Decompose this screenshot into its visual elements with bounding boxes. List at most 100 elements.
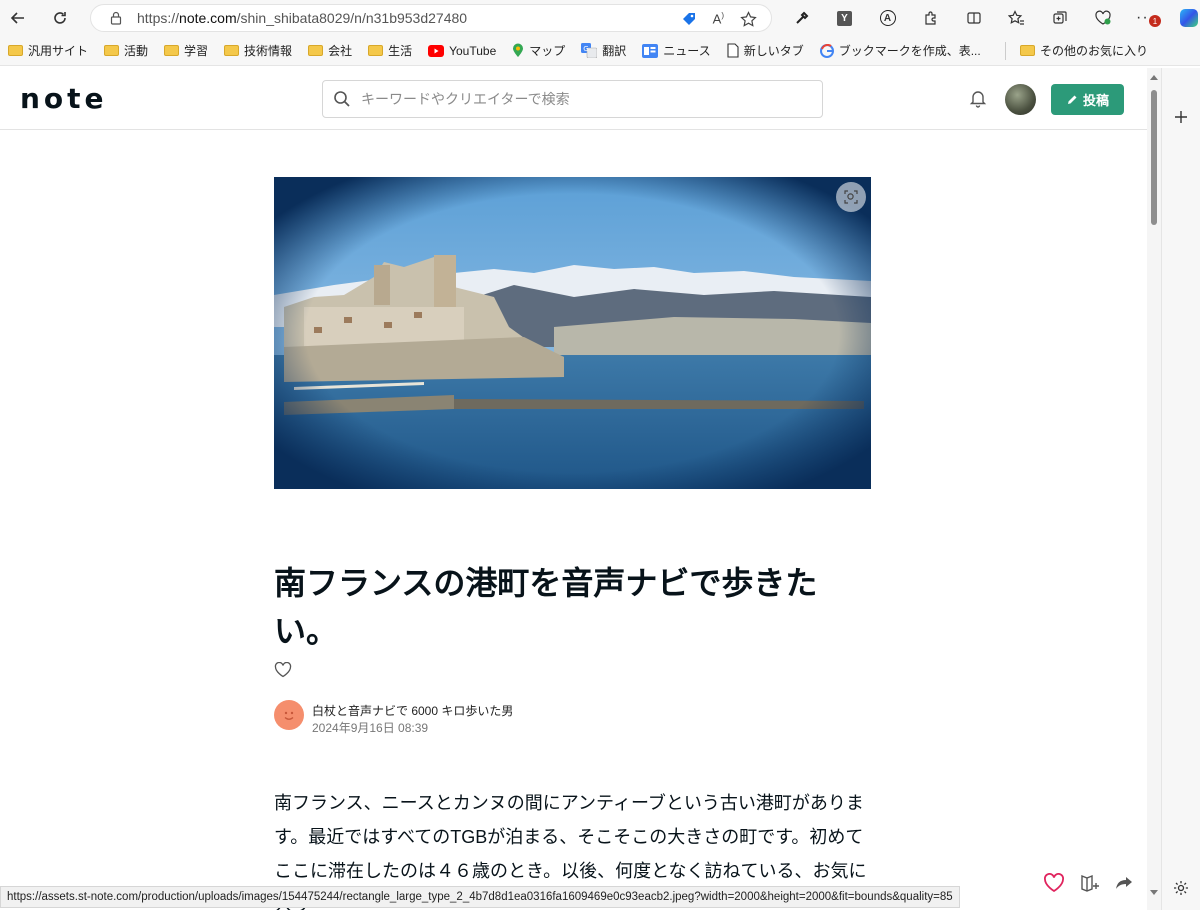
author-name[interactable]: 白杖と音声ナビで 6000 キロ歩いた男 [312, 702, 513, 719]
favorites-list-icon[interactable] [995, 0, 1038, 36]
magazine-add-icon [1081, 874, 1099, 892]
maps-pin-icon [512, 43, 524, 58]
folder-icon [164, 45, 180, 56]
collections-icon[interactable] [1038, 0, 1081, 36]
bookmark-item[interactable]: 技術情報 [216, 39, 300, 63]
address-bar[interactable]: https://note.com/shin_shibata8029/n/n31b… [90, 4, 772, 32]
bookmark-label: その他のお気に入り [1039, 44, 1148, 58]
pencil-icon [1067, 95, 1077, 104]
post-button[interactable]: 投稿 [1051, 84, 1124, 115]
refresh-icon [54, 12, 66, 24]
url-text: https://note.com/shin_shibata8029/n/n31b… [137, 10, 468, 26]
post-date: 2024年9月16日 08:39 [312, 721, 429, 735]
post-button-label: 投稿 [1082, 93, 1109, 108]
heart-outline-icon [274, 661, 292, 678]
shopping-tag-icon[interactable] [681, 11, 697, 27]
like-button[interactable] [1039, 868, 1069, 898]
browser-sidebar [1161, 68, 1200, 910]
bookmark-label: ブックマークを作成、表... [838, 44, 981, 58]
zoom-image-button[interactable] [836, 182, 866, 212]
article-title: 南フランスの港町を音声ナビで歩きたい。 [274, 565, 818, 649]
settings-gear-icon[interactable] [1173, 880, 1189, 896]
bookmark-label: YouTube [449, 43, 497, 58]
back-button[interactable] [0, 0, 36, 36]
bookmark-item[interactable]: ブックマークを作成、表... [812, 39, 989, 63]
scrollbar-thumb[interactable] [1151, 90, 1157, 225]
page-scrollbar[interactable] [1147, 68, 1161, 910]
folder-icon [8, 45, 23, 56]
hero-photo-illustration [274, 177, 871, 489]
eyedropper-extension-icon[interactable] [780, 0, 823, 36]
back-arrow-icon [10, 12, 24, 24]
notification-bell-icon[interactable] [968, 88, 988, 113]
bookmark-item[interactable]: マップ [504, 39, 573, 63]
folder-icon [368, 45, 384, 56]
news-icon [642, 43, 659, 58]
bookmark-label: 汎用サイト [28, 44, 89, 58]
search-box[interactable] [322, 80, 823, 118]
bookmark-item[interactable]: 汎用サイト [0, 39, 96, 63]
add-sidebar-icon[interactable] [1174, 110, 1188, 124]
folder-icon [1019, 45, 1035, 56]
folder-icon [104, 45, 120, 56]
search-input[interactable] [361, 91, 801, 107]
author-avatar[interactable] [274, 700, 304, 730]
youtube-icon [428, 44, 445, 57]
bookmark-label: 生活 [388, 44, 413, 58]
scroll-down-icon[interactable] [1150, 890, 1158, 896]
share-button[interactable] [1109, 868, 1139, 898]
note-header: note 投稿 [0, 68, 1147, 130]
a-extension-icon[interactable]: A [866, 0, 909, 36]
bookmark-label: 技術情報 [244, 44, 293, 58]
article-hero-image[interactable] [274, 177, 871, 489]
bookmark-item[interactable]: 生活 [360, 39, 420, 63]
bookmarks-divider [1004, 41, 1006, 60]
link-status-bar: https://assets.st-note.com/production/up… [0, 886, 960, 908]
refresh-button[interactable] [42, 0, 78, 36]
heart-icon [1044, 873, 1064, 893]
bookmark-label: 翻訳 [602, 44, 627, 58]
bookmark-label: 会社 [328, 44, 353, 58]
browser-essentials-icon[interactable] [1081, 0, 1124, 36]
folder-icon [224, 45, 240, 56]
bookmark-item[interactable]: 会社 [300, 39, 360, 63]
like-button-small[interactable] [274, 661, 292, 683]
bookmark-item[interactable]: YouTube [420, 39, 504, 63]
bookmark-item[interactable]: 学習 [156, 39, 216, 63]
bookmark-label: マップ [529, 44, 566, 58]
svg-text:G: G [583, 45, 588, 53]
user-avatar[interactable] [1005, 84, 1036, 115]
bookmark-label: 学習 [184, 44, 209, 58]
bookmark-item[interactable]: G 翻訳 [573, 39, 634, 63]
page-icon [727, 43, 739, 58]
bookmark-item[interactable]: 新しいタブ [719, 39, 812, 63]
read-aloud-icon[interactable]: A) [713, 11, 724, 26]
notification-badge: 1 [1149, 15, 1161, 27]
translate-icon: G [581, 43, 598, 58]
add-to-magazine-button[interactable] [1075, 868, 1105, 898]
split-screen-icon[interactable] [952, 0, 995, 36]
scroll-up-icon[interactable] [1150, 74, 1158, 80]
bookmark-label: 活動 [124, 44, 149, 58]
copilot-icon[interactable] [1167, 0, 1200, 36]
smiley-face-icon [284, 711, 294, 720]
bookmark-label: 新しいタブ [743, 44, 804, 58]
zoom-icon [844, 190, 858, 204]
google-icon [819, 43, 834, 58]
note-page: note 投稿 [0, 68, 1147, 910]
more-menu-icon[interactable]: ··· 1 [1124, 0, 1167, 36]
extensions-puzzle-icon[interactable] [909, 0, 952, 36]
browser-toolbar: https://note.com/shin_shibata8029/n/n31b… [0, 0, 1200, 36]
bookmark-item[interactable]: 活動 [96, 39, 156, 63]
share-arrow-icon [1116, 877, 1132, 889]
note-logo[interactable]: note [20, 82, 108, 115]
y-extension-icon[interactable]: Y [823, 0, 866, 36]
other-bookmarks-folder[interactable]: その他のお気に入り [1012, 39, 1156, 63]
search-icon [334, 91, 350, 107]
bookmark-item[interactable]: ニュース [634, 39, 718, 63]
bookmark-label: ニュース [663, 44, 711, 58]
favorite-star-icon[interactable] [740, 10, 757, 28]
bookmarks-bar: 汎用サイト 活動 学習 技術情報 会社 生活 YouTube マップ G 翻訳 ニュース 新しいタブ ブ… [0, 36, 1200, 66]
folder-icon [308, 45, 324, 56]
lock-icon [110, 11, 122, 25]
